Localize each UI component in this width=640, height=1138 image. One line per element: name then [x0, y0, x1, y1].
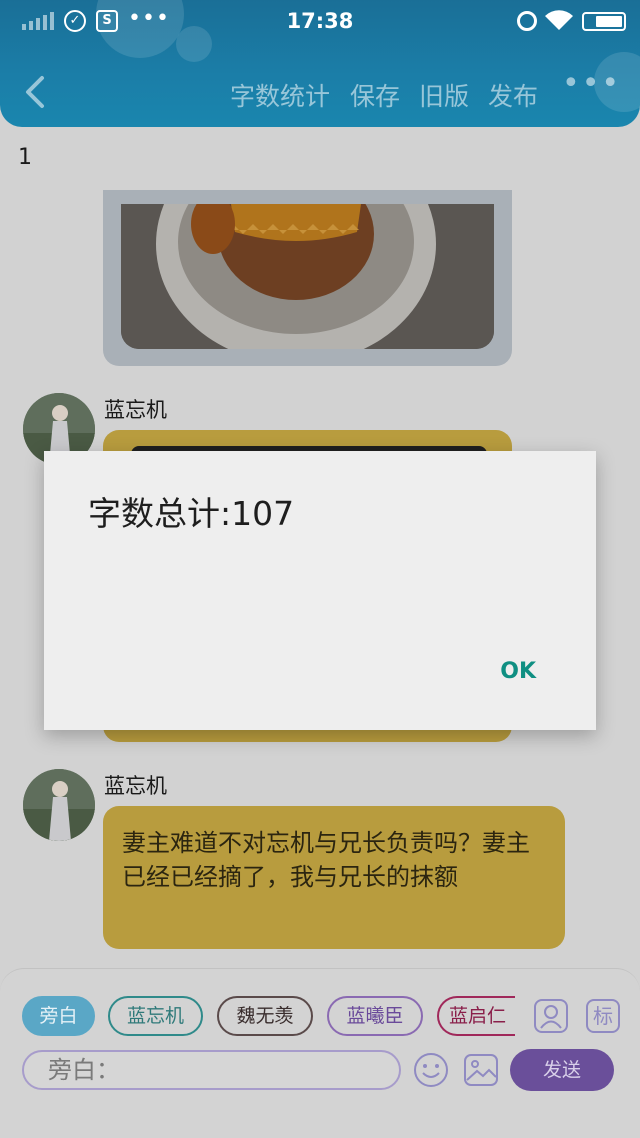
sender-name: 蓝忘机 — [104, 774, 167, 798]
battery-icon — [582, 12, 626, 31]
tag-icon[interactable]: 标 — [586, 999, 620, 1033]
publish-button[interactable]: 发布 — [488, 77, 538, 113]
send-button[interactable]: 发送 — [510, 1049, 614, 1091]
emoji-icon[interactable] — [413, 1052, 449, 1088]
toolbar: 字数统计 保存 旧版 发布 ••• — [0, 60, 640, 124]
wifi-icon — [545, 10, 573, 30]
more-icon[interactable]: ••• — [562, 66, 621, 101]
sender-name: 蓝忘机 — [104, 398, 167, 422]
message-text: 妻主难道不对忘机与兄长负责吗？妻主已经已经摘了，我与兄长的抹额 — [122, 829, 530, 891]
message-input[interactable]: 旁白： — [22, 1050, 401, 1090]
app-header: ✓ S ••• 17:38 字数统计 保存 旧版 发布 ••• — [0, 0, 640, 127]
avatar[interactable] — [23, 769, 95, 841]
save-button[interactable]: 保存 — [350, 77, 400, 113]
role-chip-narration[interactable]: 旁白 — [22, 996, 95, 1036]
back-icon[interactable] — [22, 74, 48, 110]
role-chip-weiwuxian[interactable]: 魏无羡 — [217, 996, 313, 1036]
word-count-dialog: 字数总计:107 OK — [44, 451, 596, 730]
dialog-message: 字数总计:107 — [88, 494, 295, 533]
role-chip-lanqiren[interactable]: 蓝启仁 — [437, 996, 515, 1036]
word-count-button[interactable]: 字数统计 — [230, 77, 330, 113]
role-chip-lanxichen[interactable]: 蓝曦臣 — [327, 996, 423, 1036]
user-icon[interactable] — [534, 999, 568, 1033]
role-chip-lanwangji[interactable]: 蓝忘机 — [108, 996, 203, 1036]
old-version-button[interactable]: 旧版 — [419, 77, 469, 113]
alarm-icon — [517, 11, 537, 31]
food-photo[interactable] — [121, 204, 494, 349]
status-bar: ✓ S ••• 17:38 — [0, 0, 640, 44]
ok-button[interactable]: OK — [500, 659, 536, 684]
page-number: 1 — [18, 145, 32, 170]
image-icon[interactable] — [463, 1052, 499, 1088]
